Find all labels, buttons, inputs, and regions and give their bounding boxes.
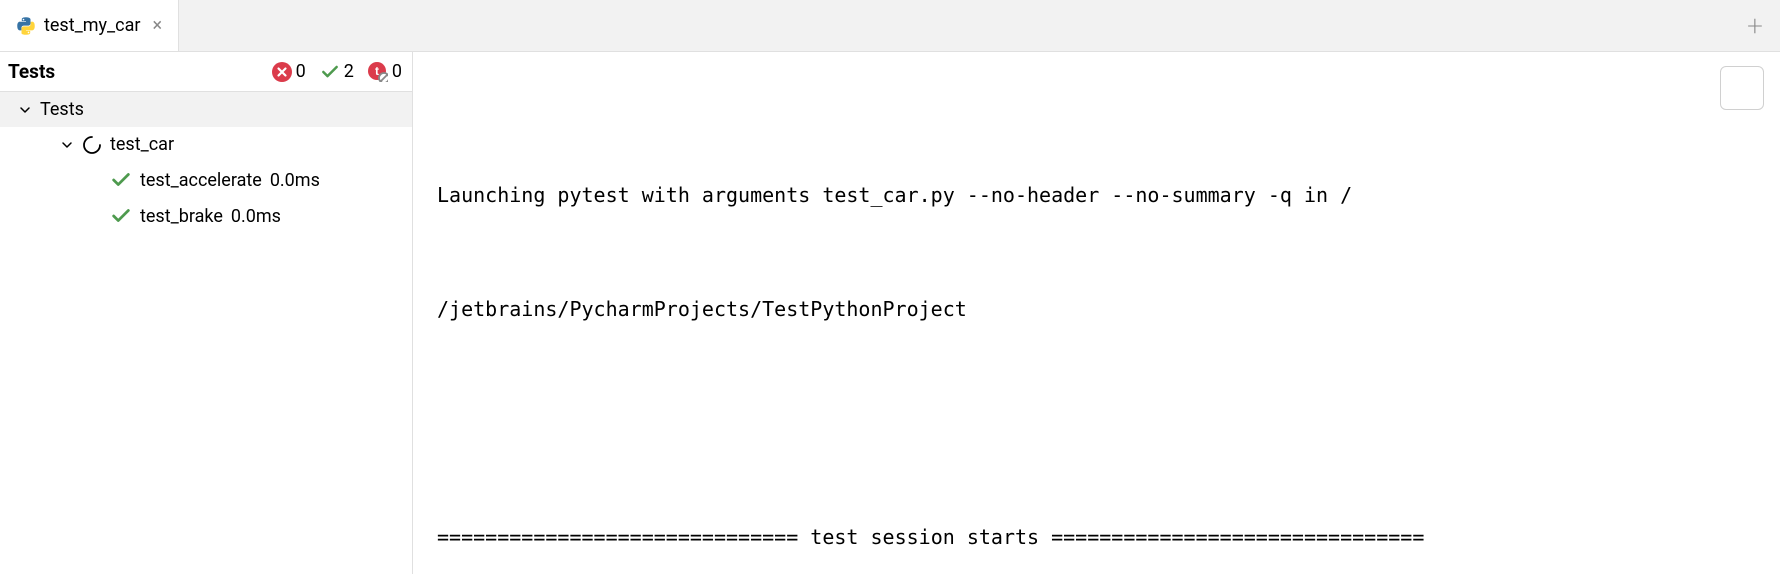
failed-count: 0: [296, 61, 306, 82]
console-line: /jetbrains/PycharmProjects/TestPythonPro…: [437, 290, 1764, 328]
tree-test-item[interactable]: test_accelerate 0.0ms: [0, 162, 412, 198]
passed-stat[interactable]: 2: [320, 61, 354, 82]
ignored-stat[interactable]: t 0: [368, 61, 402, 82]
tab-bar: test_my_car × +: [0, 0, 1780, 52]
running-icon: [82, 135, 102, 155]
tree-root[interactable]: Tests: [0, 92, 412, 127]
close-tab-icon[interactable]: ×: [152, 15, 162, 36]
chevron-down-icon: [18, 103, 32, 117]
failed-stat[interactable]: 0: [272, 61, 306, 82]
tree-root-label: Tests: [40, 99, 84, 120]
tree-test-label: test_brake: [140, 206, 223, 227]
check-icon: [110, 169, 132, 191]
console-line: Launching pytest with arguments test_car…: [437, 176, 1764, 214]
passed-count: 2: [344, 61, 354, 82]
passed-icon: [320, 62, 340, 82]
tests-stats: 0 2 t: [272, 61, 402, 82]
ignored-icon: t: [368, 62, 388, 82]
tree-test-label: test_accelerate: [140, 170, 262, 191]
tests-header: Tests 0: [0, 52, 412, 92]
tab-label: test_my_car: [44, 15, 140, 36]
tree-test-item[interactable]: test_brake 0.0ms: [0, 198, 412, 234]
tests-panel: Tests 0: [0, 52, 413, 574]
main-content: Tests 0: [0, 52, 1780, 574]
console-output[interactable]: Launching pytest with arguments test_car…: [413, 52, 1780, 574]
test-tree: Tests test_car test_a: [0, 92, 412, 574]
ignored-count: 0: [392, 61, 402, 82]
tree-test-time: 0.0ms: [270, 170, 320, 191]
check-icon: [110, 205, 132, 227]
reload-icon: [1682, 52, 1780, 145]
tree-test-time: 0.0ms: [231, 206, 281, 227]
failed-icon: [272, 62, 292, 82]
tree-module[interactable]: test_car: [0, 127, 412, 162]
tests-title: Tests: [8, 60, 55, 83]
python-file-icon: [16, 16, 36, 36]
chevron-down-icon: [60, 138, 74, 152]
add-tab-button[interactable]: +: [1730, 0, 1780, 51]
tab-test-my-car[interactable]: test_my_car ×: [0, 0, 179, 51]
svg-text:t: t: [375, 64, 379, 78]
rerun-button[interactable]: [1720, 66, 1764, 110]
console-line: ============================== test sess…: [437, 518, 1764, 556]
tree-module-label: test_car: [110, 134, 174, 155]
